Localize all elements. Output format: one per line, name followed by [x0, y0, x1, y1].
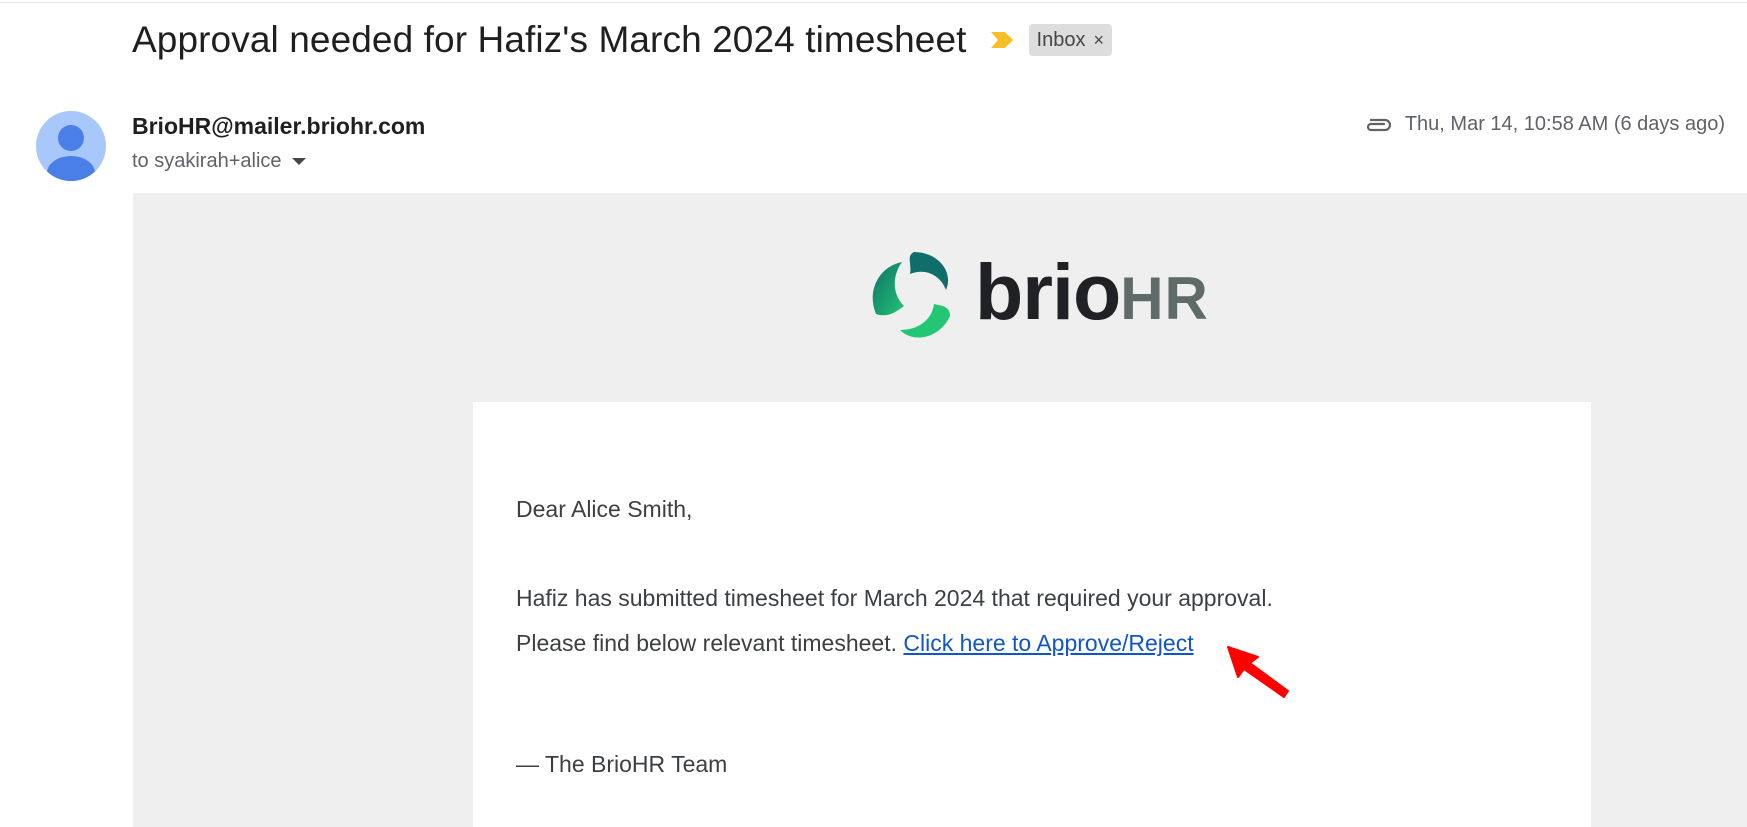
recipient-line[interactable]: to syakirah+alice: [132, 150, 306, 173]
brand-wordmark: brioHR: [975, 252, 1209, 331]
default-avatar-icon[interactable]: [36, 111, 106, 181]
recipient-text: to syakirah+alice: [132, 150, 282, 172]
email-datetime: Thu, Mar 14, 10:58 AM (6 days ago): [1404, 113, 1725, 135]
brand-name-primary: brio: [975, 247, 1121, 336]
subject-row: Approval needed for Hafiz's March 2024 t…: [132, 16, 1112, 64]
approve-reject-link[interactable]: Click here to Approve/Reject: [903, 630, 1193, 656]
signoff: — The BrioHR Team: [516, 751, 728, 777]
importance-marker-icon[interactable]: [989, 30, 1015, 50]
greeting: Dear Alice Smith,: [516, 496, 693, 522]
brand-name-secondary: HR: [1120, 265, 1209, 332]
message-line-2: Please find below relevant timesheet. Cl…: [516, 630, 1194, 657]
remove-label-icon[interactable]: ×: [1093, 30, 1104, 51]
sender-address[interactable]: BrioHR@mailer.briohr.com: [132, 113, 425, 140]
inbox-label-chip[interactable]: Inbox ×: [1028, 24, 1112, 56]
email-subject: Approval needed for Hafiz's March 2024 t…: [132, 19, 967, 60]
label-text: Inbox: [1036, 28, 1086, 51]
divider: [0, 2, 1747, 3]
caret-down-icon[interactable]: [291, 158, 306, 165]
message-line-2-prefix: Please find below relevant timesheet.: [516, 630, 904, 656]
paperclip-icon: [1366, 118, 1391, 131]
message-card: Dear Alice Smith, Hafiz has submitted ti…: [473, 402, 1591, 827]
email-meta: Thu, Mar 14, 10:58 AM (6 days ago): [1363, 113, 1725, 136]
message-line-1: Hafiz has submitted timesheet for March …: [516, 585, 1273, 611]
email-view: Approval needed for Hafiz's March 2024 t…: [0, 0, 1747, 827]
red-arrow-icon: [1227, 646, 1289, 698]
email-body-canvas: brioHR Dear Alice Smith, Hafiz has submi…: [133, 193, 1747, 827]
